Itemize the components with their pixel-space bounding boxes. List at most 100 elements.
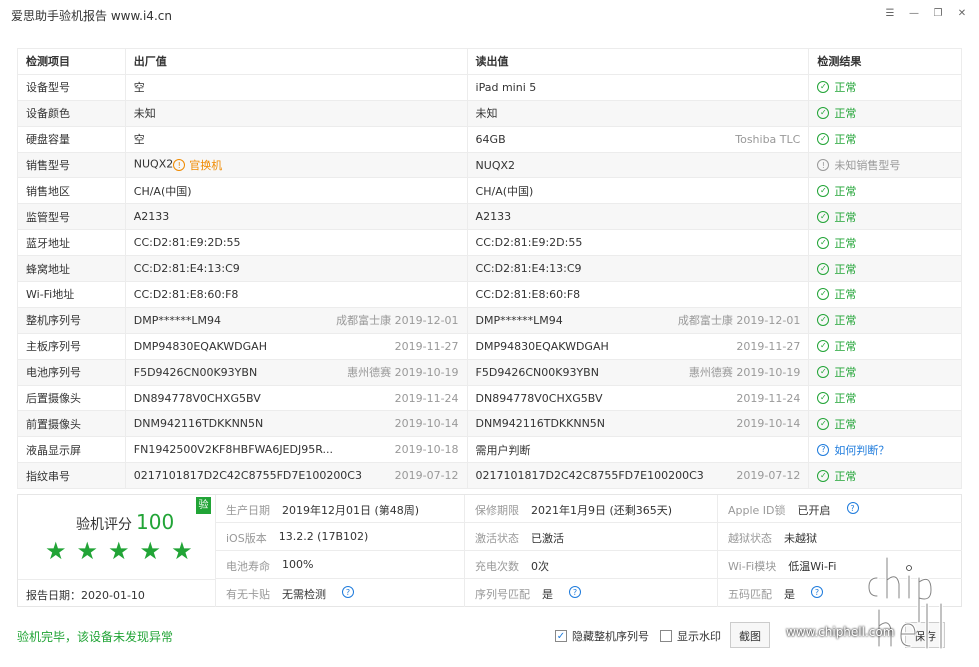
check-circle-icon: ✓ <box>817 417 830 430</box>
table-row: 整机序列号 DMP******LM94 成都富士康 2019-12-01 DMP***… <box>17 306 962 334</box>
help-icon[interactable]: ? <box>846 502 859 514</box>
screenshot-button[interactable]: 截图 <box>730 622 770 648</box>
result-status: ✓ 正常 <box>817 209 953 225</box>
row-result: ✓ 正常 <box>808 384 962 412</box>
row-read: CC:D2:81:E4:13:C9 <box>466 255 810 283</box>
result-label: 正常 <box>834 81 857 95</box>
star-icon: ★ <box>45 537 67 565</box>
row-read: A2133 <box>466 203 810 231</box>
row-result: ✓ 正常 <box>808 281 962 308</box>
help-icon[interactable]: ? <box>569 586 581 598</box>
row-result: ✓ 正常 <box>808 73 962 101</box>
show-watermark-checkbox[interactable] <box>660 630 672 642</box>
show-watermark-option[interactable]: 显示水印 <box>660 628 721 644</box>
row-result: ✓ 正常 <box>808 462 962 490</box>
table-header-row: 检测项目 出厂值 读出值 检测结果 <box>17 48 962 75</box>
minimize-icon[interactable]: — <box>907 6 921 20</box>
factory-value: 空 <box>133 81 145 95</box>
row-factory: FN1942500V2KF8HBFWA6JEDJ95R... 2019-10-18 <box>124 436 468 464</box>
row-factory: 0217101817D2C42C8755FD7E100200C3 2019-07-… <box>124 462 468 490</box>
row-factory: CC:D2:81:E4:13:C9 <box>124 255 468 283</box>
ios-value: 13.2.2 (17B102) <box>278 530 369 543</box>
row-read: iPad mini 5 <box>466 73 810 101</box>
table-row: Wi-Fi地址 CC:D2:81:E8:60:F8 CC:D2:81:E8:60:F… <box>17 281 962 308</box>
menu-icon[interactable]: ☰ <box>883 6 897 20</box>
fivecode-key: 五码匹配 <box>728 588 772 601</box>
factory-value: DMP******LM94 <box>133 313 221 327</box>
result-label: 正常 <box>834 417 857 431</box>
help-icon[interactable]: ? <box>811 586 823 598</box>
row-read: CC:D2:81:E8:60:F8 <box>466 281 810 308</box>
row-item: Wi-Fi地址 <box>17 281 126 308</box>
factory-value: CC:D2:81:E4:13:C9 <box>133 262 240 276</box>
factory-value-wrap: F5D9426CN00K93YBN <box>134 366 257 379</box>
factory-note: 2019-11-27 <box>394 339 459 353</box>
check-circle-icon: ✓ <box>817 236 830 249</box>
result-label: 正常 <box>834 288 857 302</box>
row-result: ✓ 正常 <box>808 177 962 205</box>
read-value: iPad mini 5 <box>475 80 537 94</box>
row-result: ✓ 正常 <box>808 99 962 127</box>
row-item: 前置摄像头 <box>17 410 126 438</box>
row-item: 后置摄像头 <box>17 384 126 412</box>
sim-value: 无需检测 <box>282 588 326 601</box>
row-factory: F5D9426CN00K93YBN 惠州德赛 2019-10-19 <box>124 358 468 386</box>
help-icon[interactable]: ? <box>342 586 354 598</box>
factory-value: CH/A(中国) <box>133 184 192 198</box>
table-row: 监管型号 A2133 A2133 ✓ 正常 <box>17 203 962 231</box>
wifi-key: Wi-Fi模块 <box>728 560 777 573</box>
serial-match-key: 序列号匹配 <box>475 588 530 601</box>
table-row: 指纹串号 0217101817D2C42C8755FD7E100200C3 2019… <box>17 462 962 490</box>
result-status: ✓ 正常 <box>817 261 953 277</box>
warning-icon: ! <box>173 159 186 171</box>
row-factory: CC:D2:81:E9:2D:55 <box>124 229 468 257</box>
row-factory: CC:D2:81:E8:60:F8 <box>124 281 468 308</box>
hide-serial-checkbox[interactable]: ✓ <box>555 630 567 642</box>
factory-value: CC:D2:81:E8:60:F8 <box>133 287 239 301</box>
warranty-value: 2021年1月9日 (还剩365天) <box>531 504 673 517</box>
summary-grid: 生产日期 2019年12月01日 (第48周) 保修期限 2021年1月9日 (还剩… <box>216 495 962 607</box>
table-row: 蓝牙地址 CC:D2:81:E9:2D:55 CC:D2:81:E9:2D:55 ✓ 正… <box>17 229 962 257</box>
replacement-tag-label: 官换机 <box>189 159 223 172</box>
hide-serial-option[interactable]: ✓ 隐藏整机序列号 <box>555 628 649 644</box>
row-factory: DN894778V0CHXG5BV 2019-11-24 <box>124 384 468 412</box>
read-value: DMP******LM94 <box>475 313 563 327</box>
verified-badge: 验 <box>196 497 211 514</box>
read-value: 0217101817D2C42C8755FD7E100200C3 <box>475 469 704 483</box>
activation-key: 激活状态 <box>475 532 519 545</box>
result-status: ✓ 正常 <box>817 105 953 121</box>
chiphell-logo <box>867 556 943 650</box>
result-status: ✓ 正常 <box>817 183 953 199</box>
result-status: ✓ 正常 <box>817 131 953 147</box>
jailbreak-cell: 越狱状态 未越狱 <box>718 523 962 551</box>
result-status: ✓ 正常 <box>817 468 953 484</box>
row-item: 液晶显示屏 <box>17 436 126 464</box>
row-read: DMP******LM94 成都富士康 2019-12-01 <box>466 306 810 334</box>
factory-value-wrap: DNM942116TDKKNN5N <box>134 417 263 430</box>
factory-value-wrap: 0217101817D2C42C8755FD7E100200C3 <box>134 469 362 482</box>
factory-value-wrap: DMP******LM94 <box>134 314 221 327</box>
row-item: 销售型号 <box>17 151 126 179</box>
row-factory: 空 <box>124 125 468 153</box>
close-icon[interactable]: ✕ <box>955 6 969 20</box>
row-result: ✓ 正常 <box>808 410 962 438</box>
info-circle-icon: ! <box>817 159 830 171</box>
hide-serial-label: 隐藏整机序列号 <box>572 630 649 643</box>
row-factory: 未知 <box>124 99 468 127</box>
how-to-judge-link[interactable]: ? 如何判断？ <box>817 442 953 458</box>
row-result: ✓ 正常 <box>808 203 962 231</box>
table-row: 蜂窝地址 CC:D2:81:E4:13:C9 CC:D2:81:E4:13:C9 ✓ 正… <box>17 255 962 283</box>
read-value: CC:D2:81:E9:2D:55 <box>475 236 583 250</box>
star-icon: ★ <box>139 537 162 565</box>
result-label: 正常 <box>834 210 857 224</box>
charge-value: 0次 <box>531 560 549 573</box>
restore-icon[interactable]: ❐ <box>931 6 945 20</box>
result-status: ✓ 正常 <box>817 312 953 328</box>
result-status: ✓ 正常 <box>817 338 953 354</box>
factory-note: 惠州德赛 2019-10-19 <box>347 366 459 380</box>
row-read: CH/A(中国) <box>466 177 810 205</box>
summary-panel: 验机评分 100 验 ★ ★ ★ ★ ★ 报告日期：2020-01-10 生产日期 2019… <box>17 494 962 607</box>
factory-value: A2133 <box>133 210 170 224</box>
factory-value-wrap: 未知 <box>134 105 156 121</box>
row-read: DN894778V0CHXG5BV 2019-11-24 <box>466 384 810 412</box>
